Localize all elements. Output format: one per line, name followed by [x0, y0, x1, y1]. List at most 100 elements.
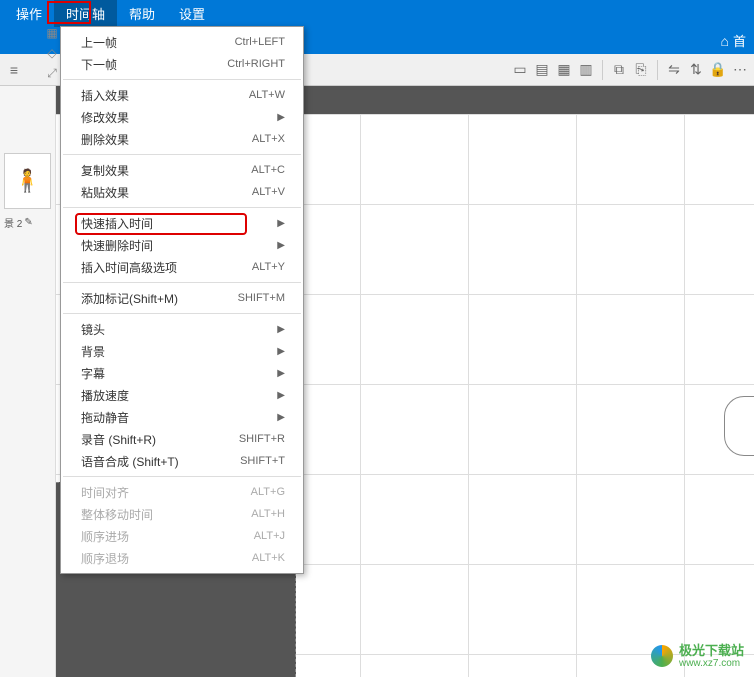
menu-item[interactable]: 播放速度 ▶ — [61, 384, 303, 406]
menu-item[interactable]: 拖动静音 ▶ — [61, 406, 303, 428]
tool-icon-4[interactable]: ▥ — [576, 60, 596, 80]
shape-icon[interactable]: ◇ — [44, 45, 60, 61]
chevron-right-icon: ▶ — [277, 412, 285, 423]
menu-item[interactable]: 镜头 ▶ — [61, 318, 303, 340]
separator — [63, 313, 301, 314]
menu-item-label: 添加标记(Shift+M) — [81, 290, 178, 307]
separator — [602, 60, 603, 80]
tool-icon-2[interactable]: ▤ — [532, 60, 552, 80]
shortcut-label: SHIFT+R — [239, 433, 285, 445]
menu-item[interactable]: 下一帧Ctrl+RIGHT — [61, 53, 303, 75]
shortcut-label: ALT+K — [252, 552, 285, 564]
shortcut-label: ALT+C — [251, 164, 285, 176]
menu-item[interactable]: 添加标记(Shift+M) SHIFT+M — [61, 287, 303, 309]
menu-item[interactable]: 修改效果 ▶ — [61, 106, 303, 128]
menu-item-label: 插入效果 — [81, 87, 129, 104]
menu-item-label: 字幕 — [81, 365, 105, 382]
flip-v-icon[interactable]: ⇅ — [686, 60, 706, 80]
menu-item[interactable]: 复制效果 ALT+C — [61, 159, 303, 181]
menu-item-label: 下一帧 — [81, 56, 117, 73]
menu-item-label: 删除效果 — [81, 131, 129, 148]
menu-item[interactable]: 背景 ▶ — [61, 340, 303, 362]
chevron-right-icon: ▶ — [277, 324, 285, 335]
shortcut-label: ALT+G — [251, 486, 285, 498]
shortcut-label: ALT+H — [251, 508, 285, 520]
shortcut-label: ALT+X — [252, 133, 285, 145]
chevron-right-icon: ▶ — [277, 346, 285, 357]
menu-item-label: 插入时间高级选项 — [81, 259, 177, 276]
menu-item-label: 粘贴效果 — [81, 184, 129, 201]
menu-item-label: 播放速度 — [81, 387, 129, 404]
edit-icon[interactable]: ✎ — [24, 217, 32, 228]
menu-item-label: 镜头 — [81, 321, 105, 338]
menu-settings[interactable]: 设置 — [167, 0, 217, 27]
menu-item-label: 拖动静音 — [81, 409, 129, 426]
watermark: 极光下载站 www.xz7.com — [651, 644, 744, 669]
menu-item[interactable]: 快速删除时间 ▶ — [61, 234, 303, 256]
menu-timeline[interactable]: 时间轴 — [54, 0, 117, 27]
menu-item[interactable]: 粘贴效果ALT+V — [61, 181, 303, 203]
shortcut-label: ALT+J — [254, 530, 285, 542]
menu-item-label: 语音合成 (Shift+T) — [81, 453, 179, 470]
menu-item[interactable]: 录音 (Shift+R) SHIFT+R — [61, 428, 303, 450]
home-label: 首 — [733, 31, 746, 50]
menu-item[interactable]: 插入效果ALT+W — [61, 84, 303, 106]
menu-help[interactable]: 帮助 — [117, 0, 167, 27]
menu-item: 整体移动时间 ALT+H — [61, 503, 303, 525]
menu-item: 时间对齐ALT+G — [61, 481, 303, 503]
menu-item[interactable]: 删除效果 ALT+X — [61, 128, 303, 150]
menu-item-label: 背景 — [81, 343, 105, 360]
separator — [63, 79, 301, 80]
tool-icon-1[interactable]: ▭ — [510, 60, 530, 80]
chevron-right-icon: ▶ — [277, 368, 285, 379]
menu-item-label: 复制效果 — [81, 162, 129, 179]
separator — [63, 476, 301, 477]
menu-item[interactable]: 上一帧 Ctrl+LEFT — [61, 31, 303, 53]
separator — [63, 207, 301, 208]
shortcut-label: SHIFT+T — [240, 455, 285, 467]
menu-item[interactable]: 插入时间高级选项 ALT+Y — [61, 256, 303, 278]
menu-item[interactable]: 字幕 ▶ — [61, 362, 303, 384]
timeline-dropdown: 上一帧 Ctrl+LEFT 下一帧Ctrl+RIGHT 插入效果ALT+W 修改效果 ▶ 删… — [60, 26, 304, 574]
shortcut-label: Ctrl+LEFT — [235, 36, 285, 48]
menu-item-label: 录音 (Shift+R) — [81, 431, 156, 448]
character-icon: 🧍 — [14, 168, 41, 194]
align-icon[interactable]: ≡ — [4, 60, 24, 80]
chevron-right-icon: ▶ — [277, 218, 285, 229]
tool-icon-3[interactable]: ▦ — [554, 60, 574, 80]
grid-icon[interactable]: ▦ — [44, 25, 60, 41]
home-icon: ⌂ — [721, 33, 729, 49]
flip-h-icon[interactable]: ⇋ — [664, 60, 684, 80]
separator — [63, 282, 301, 283]
copy-icon[interactable]: ⧉ — [609, 60, 629, 80]
menu-item: 顺序退场 ALT+K — [61, 547, 303, 569]
menu-item[interactable]: 快速插入时间▶ — [61, 212, 303, 234]
lock-icon[interactable]: 🔒 — [708, 60, 728, 80]
shortcut-label: SHIFT+M — [238, 292, 285, 304]
separator — [63, 154, 301, 155]
chevron-right-icon: ▶ — [277, 240, 285, 251]
menu-operate[interactable]: 操作 — [4, 0, 54, 27]
paste-icon[interactable]: ⎘ — [631, 60, 651, 80]
expand-icon[interactable]: ⤢ — [44, 65, 60, 81]
menu-item-label: 修改效果 — [81, 109, 129, 126]
home-button[interactable]: ⌂ 首 — [721, 31, 746, 50]
separator — [657, 60, 658, 80]
menubar: 操作 时间轴 帮助 设置 — [0, 0, 754, 26]
chevron-right-icon: ▶ — [277, 390, 285, 401]
chevron-right-icon: ▶ — [277, 112, 285, 123]
menu-item: 顺序进场ALT+J — [61, 525, 303, 547]
menu-item-label: 快速删除时间 — [81, 237, 153, 254]
hand-shape[interactable] — [724, 396, 754, 456]
menu-item-label: 整体移动时间 — [81, 506, 153, 523]
more-icon[interactable]: ⋯ — [730, 60, 750, 80]
menu-item-label: 顺序退场 — [81, 550, 129, 567]
watermark-logo-icon — [651, 645, 673, 667]
watermark-url: www.xz7.com — [679, 658, 744, 669]
scene-thumbnail[interactable]: 🧍 — [4, 153, 51, 209]
menu-item-label: 上一帧 — [81, 34, 117, 51]
menu-item[interactable]: 语音合成 (Shift+T) SHIFT+T — [61, 450, 303, 472]
left-panel: ▤ ▦ ◇ ⤢ 🧍 景 2 ✎ — [0, 86, 56, 677]
watermark-text: 极光下载站 — [679, 644, 744, 658]
shortcut-label: ALT+Y — [252, 261, 285, 273]
